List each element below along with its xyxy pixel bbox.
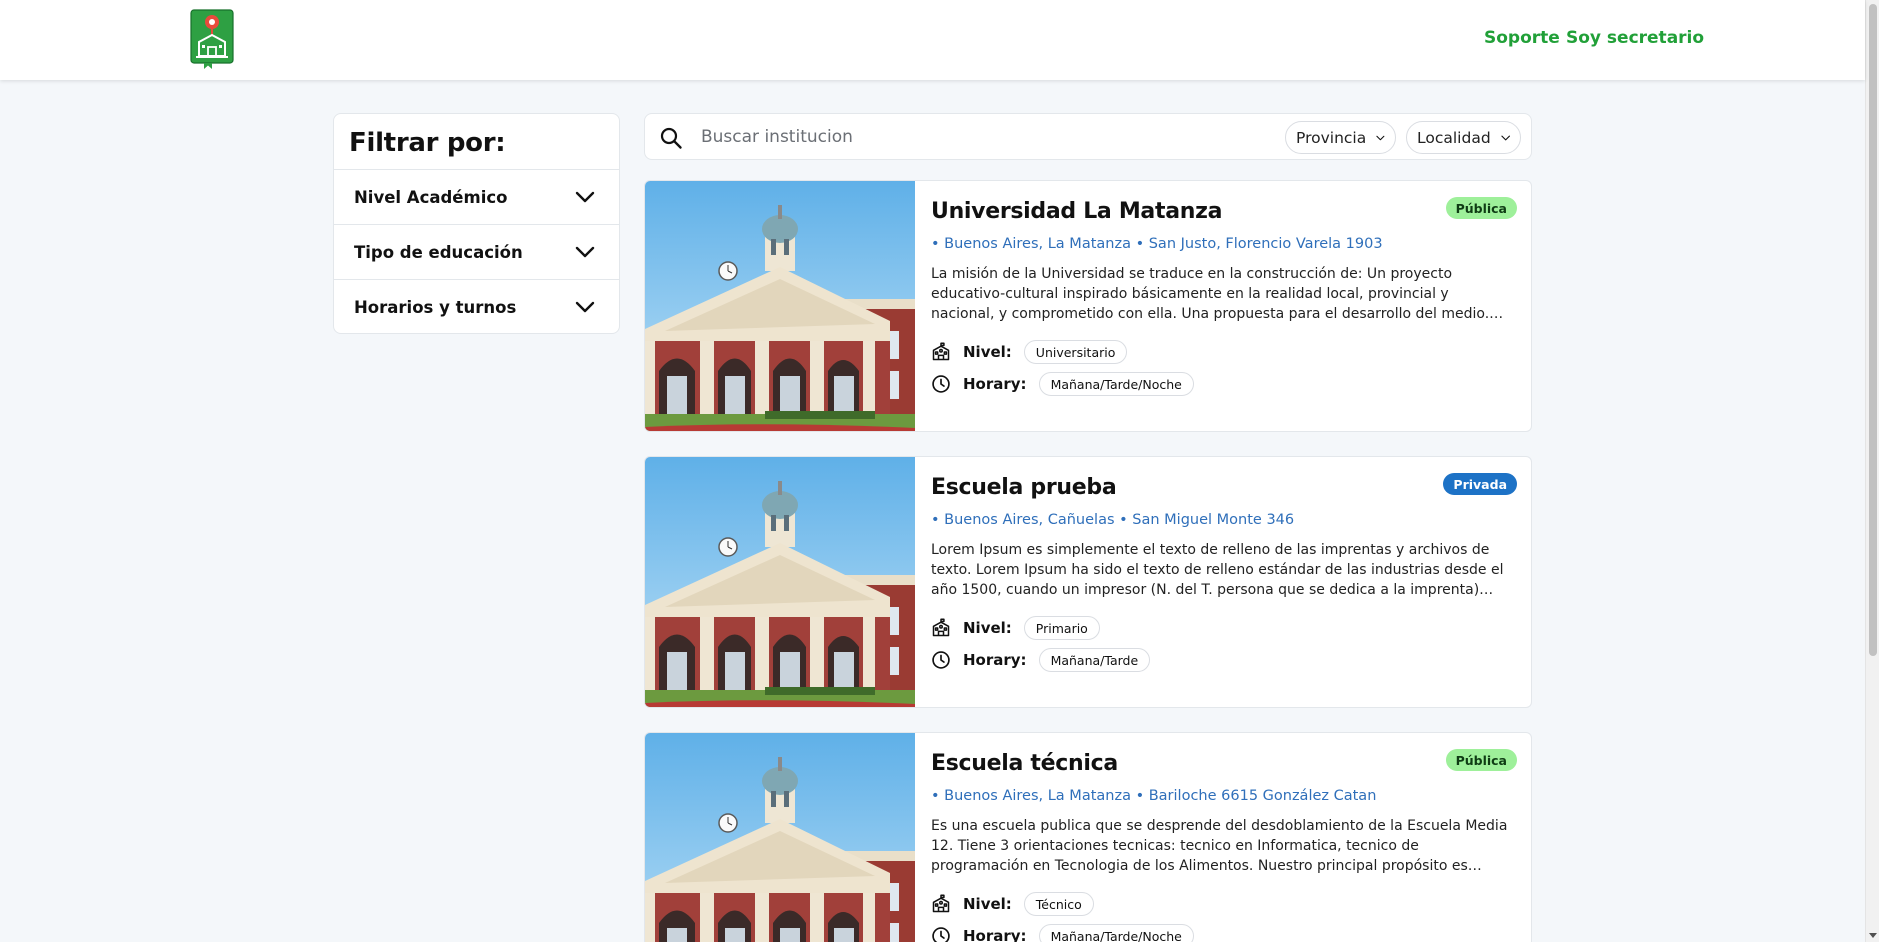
nivel-row: Nivel: Técnico <box>931 892 1094 916</box>
clock-icon <box>931 926 951 942</box>
horario-row: Horary: Mañana/Tarde/Noche <box>931 372 1194 396</box>
institution-name[interactable]: Escuela técnica <box>931 751 1118 776</box>
chevron-down-icon <box>1376 135 1385 140</box>
chevron-down-icon <box>575 246 595 258</box>
chevron-down-icon <box>575 191 595 203</box>
institution-description: Es una escuela publica que se desprende … <box>931 818 1508 874</box>
horario-tag: Mañana/Tarde <box>1038 648 1151 672</box>
clock-icon <box>931 374 951 394</box>
search-bar: Provincia Localidad <box>644 113 1532 160</box>
school-building-icon <box>931 618 951 638</box>
localidad-select-label: Localidad <box>1417 128 1491 147</box>
filter-label: Tipo de educación <box>354 242 523 262</box>
institution-card[interactable]: Universidad La Matanza Pública • Buenos … <box>644 180 1532 432</box>
horario-row: Horary: Mañana/Tarde/Noche <box>931 924 1194 942</box>
status-badge: Privada <box>1443 473 1517 495</box>
institution-name[interactable]: Escuela prueba <box>931 475 1117 500</box>
institution-photo <box>645 733 915 942</box>
filter-panel: Filtrar por: Nivel Académico Tipo de edu… <box>333 113 620 334</box>
provincia-select[interactable]: Provincia <box>1285 121 1396 154</box>
scrollbar-thumb[interactable] <box>1869 4 1877 656</box>
top-navbar: Soporte Soy secretario <box>0 0 1865 80</box>
institution-description: La misión de la Universidad se traduce e… <box>931 266 1490 322</box>
localidad-select[interactable]: Localidad <box>1406 121 1521 154</box>
institution-location: • Buenos Aires, Cañuelas • San Miguel Mo… <box>931 512 1295 528</box>
institution-name[interactable]: Universidad La Matanza <box>931 199 1222 224</box>
institution-card[interactable]: Escuela técnica Pública • Buenos Aires, … <box>644 732 1532 942</box>
status-badge: Pública <box>1445 749 1517 771</box>
scroll-down-arrow-icon[interactable] <box>1869 933 1877 938</box>
horario-tag: Mañana/Tarde/Noche <box>1038 924 1194 942</box>
filter-label: Horarios y turnos <box>354 297 517 317</box>
institution-photo <box>645 457 915 708</box>
school-map-pin-logo-icon[interactable] <box>190 9 234 70</box>
nivel-label: Nivel: <box>963 895 1012 913</box>
search-icon[interactable] <box>659 126 683 150</box>
horario-row: Horary: Mañana/Tarde <box>931 648 1151 672</box>
nivel-label: Nivel: <box>963 619 1012 637</box>
school-building-icon <box>931 342 951 362</box>
nivel-tag: Primario <box>1023 616 1100 640</box>
institution-location: • Buenos Aires, La Matanza • San Justo, … <box>931 236 1383 252</box>
nivel-row: Nivel: Universitario <box>931 340 1128 364</box>
clock-icon <box>931 650 951 670</box>
filter-label: Nivel Académico <box>354 187 508 207</box>
chevron-down-icon <box>575 301 595 313</box>
page-scrollbar[interactable] <box>1865 0 1879 942</box>
filter-tipo-educacion[interactable]: Tipo de educación <box>334 224 619 279</box>
horario-label: Horary: <box>963 927 1027 942</box>
nivel-label: Nivel: <box>963 343 1012 361</box>
provincia-select-label: Provincia <box>1296 128 1367 147</box>
horario-tag: Mañana/Tarde/Noche <box>1038 372 1194 396</box>
filter-horarios-turnos[interactable]: Horarios y turnos <box>334 279 619 333</box>
filter-nivel-academico[interactable]: Nivel Académico <box>334 169 619 224</box>
nav-link-soporte[interactable]: Soporte <box>1484 28 1560 48</box>
nav-link-soy-secretario[interactable]: Soy secretario <box>1566 28 1704 48</box>
horario-label: Horary: <box>963 375 1027 393</box>
filter-title: Filtrar por: <box>349 128 506 158</box>
chevron-down-icon <box>1501 135 1510 140</box>
status-badge: Pública <box>1445 197 1517 219</box>
institution-description: Lorem Ipsum es simplemente el texto de r… <box>931 542 1504 598</box>
institution-photo <box>645 181 915 432</box>
institution-location: • Buenos Aires, La Matanza • Bariloche 6… <box>931 788 1377 804</box>
nivel-row: Nivel: Primario <box>931 616 1100 640</box>
horario-label: Horary: <box>963 651 1027 669</box>
nivel-tag: Universitario <box>1023 340 1128 364</box>
search-input[interactable] <box>701 122 1261 152</box>
school-building-icon <box>931 894 951 914</box>
institution-card[interactable]: Escuela prueba Privada • Buenos Aires, C… <box>644 456 1532 708</box>
nivel-tag: Técnico <box>1023 892 1094 916</box>
